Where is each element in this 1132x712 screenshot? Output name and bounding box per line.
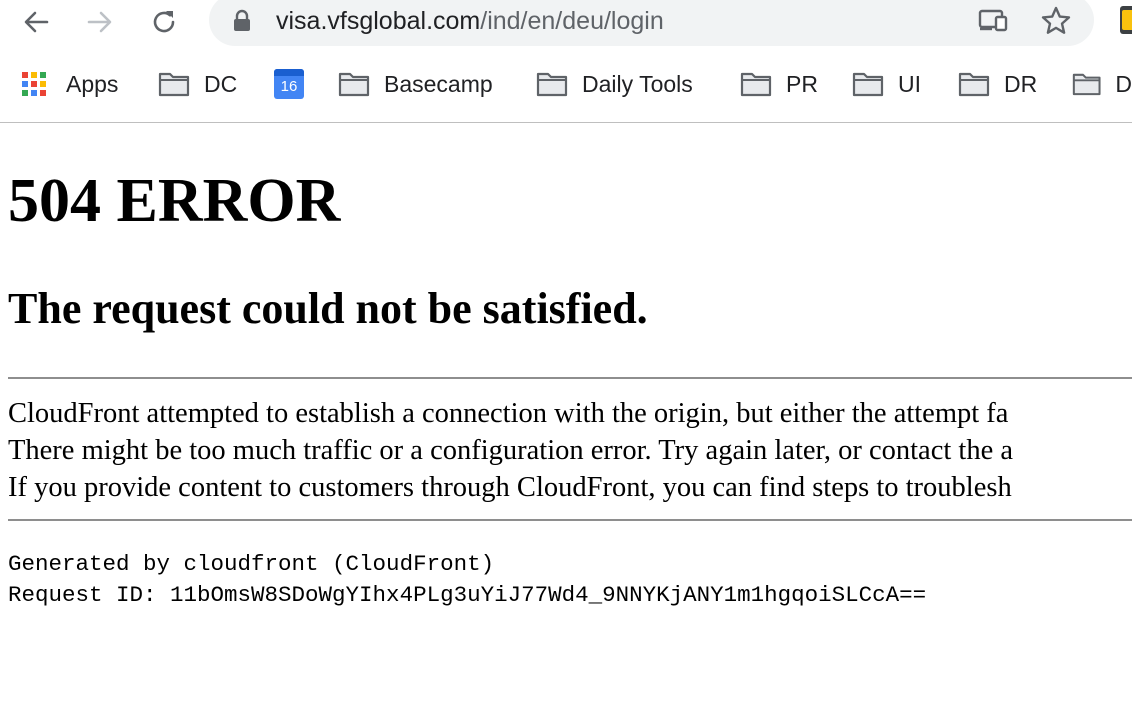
extension-icon[interactable] <box>1120 6 1132 34</box>
generated-by-text: Generated by cloudfront (CloudFront) <box>8 551 495 577</box>
folder-icon <box>1072 73 1101 96</box>
bookmark-label: DR <box>1004 70 1038 97</box>
error-subtitle: The request could not be satisfied. <box>8 284 648 333</box>
folder-icon <box>740 72 772 97</box>
divider <box>8 519 1132 521</box>
divider <box>8 377 1132 379</box>
reload-icon <box>153 11 175 33</box>
bookmark-label: Apps <box>66 70 119 97</box>
bookmark-calendar[interactable]: 16 <box>274 62 304 106</box>
folder-icon <box>158 72 190 97</box>
bookmark-label: UI <box>898 70 921 97</box>
url-text[interactable]: visa.vfsglobal.com/ind/en/deu/login <box>276 4 664 38</box>
bookmark-daily-tools[interactable]: Daily Tools <box>536 62 693 106</box>
back-button[interactable] <box>18 4 54 40</box>
star-icon[interactable] <box>1040 5 1072 37</box>
page-content: 504 ERROR The request could not be satis… <box>0 123 1132 712</box>
url-path: /ind/en/deu/login <box>480 7 664 35</box>
folder-icon <box>958 72 990 97</box>
arrow-right-icon <box>87 11 112 33</box>
reload-button[interactable] <box>146 4 182 40</box>
bookmark-label: Daily Tools <box>582 70 693 97</box>
message-line: If you provide content to customers thro… <box>8 472 1012 503</box>
calendar-icon: 16 <box>274 69 304 99</box>
bookmark-apps[interactable]: Apps <box>22 62 118 106</box>
message-line: CloudFront attempted to establish a conn… <box>8 398 1009 429</box>
bookmark-dc[interactable]: DC <box>158 62 237 106</box>
request-id-text: Request ID: 11bOmsW8SDoWgYIhx4PLg3uYiJ77… <box>8 582 927 608</box>
arrow-left-icon <box>24 11 49 33</box>
bookmark-dr[interactable]: DR <box>958 62 1037 106</box>
bookmark-pr[interactable]: PR <box>740 62 818 106</box>
lock-icon[interactable] <box>232 9 252 33</box>
url-host: visa.vfsglobal.com <box>276 7 481 35</box>
bookmark-label: PR <box>786 70 818 97</box>
message-line: There might be too much traffic or a con… <box>8 435 1013 466</box>
bookmark-label: DC <box>204 70 238 97</box>
cast-icon[interactable] <box>978 8 1008 32</box>
bookmarks-bar: Apps DC 16 Basecamp Daily Tools PR UI DR <box>0 62 1132 106</box>
bookmark-basecamp[interactable]: Basecamp <box>338 62 493 106</box>
bookmark-ui[interactable]: UI <box>852 62 921 106</box>
bookmark-d[interactable]: D <box>1072 62 1132 106</box>
apps-grid-icon <box>22 72 46 96</box>
forward-button[interactable] <box>82 4 118 40</box>
folder-icon <box>338 72 370 97</box>
browser-toolbar: visa.vfsglobal.com/ind/en/deu/login Apps… <box>0 0 1132 123</box>
folder-icon <box>536 72 568 97</box>
bookmark-label: D <box>1115 70 1132 97</box>
error-title: 504 ERROR <box>8 167 341 235</box>
folder-icon <box>852 72 884 97</box>
calendar-day: 16 <box>280 78 298 95</box>
bookmark-label: Basecamp <box>384 70 493 97</box>
